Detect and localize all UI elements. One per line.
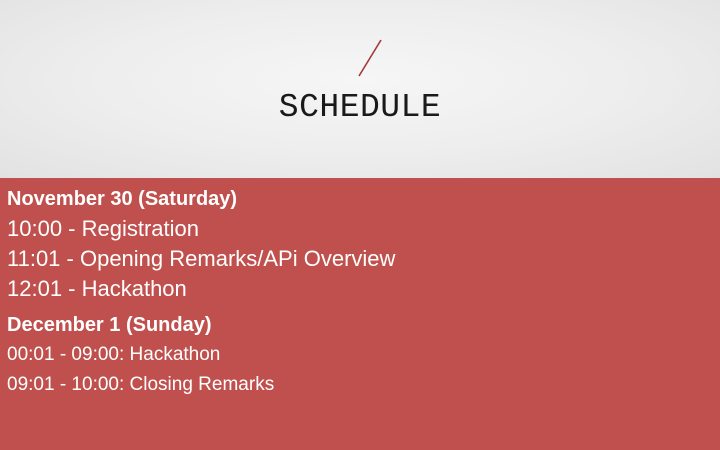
day-heading-november-30: November 30 (Saturday) xyxy=(7,188,238,210)
schedule-panel: November 30 (Saturday) 10:00 - Registrat… xyxy=(0,178,720,450)
schedule-item: 10:00 - Registration xyxy=(7,216,199,241)
schedule-item: 12:01 - Hackathon xyxy=(7,276,187,301)
day-heading-december-1: December 1 (Sunday) xyxy=(7,314,212,336)
slash-divider-icon xyxy=(358,39,382,77)
slide-header: SCHEDULE xyxy=(0,0,720,178)
schedule-item: 11:01 - Opening Remarks/APi Overview xyxy=(7,246,396,271)
slide-title: SCHEDULE xyxy=(278,89,442,126)
schedule-item: 00:01 - 09:00: Hackathon xyxy=(7,344,221,365)
schedule-item: 09:01 - 10:00: Closing Remarks xyxy=(7,374,275,395)
